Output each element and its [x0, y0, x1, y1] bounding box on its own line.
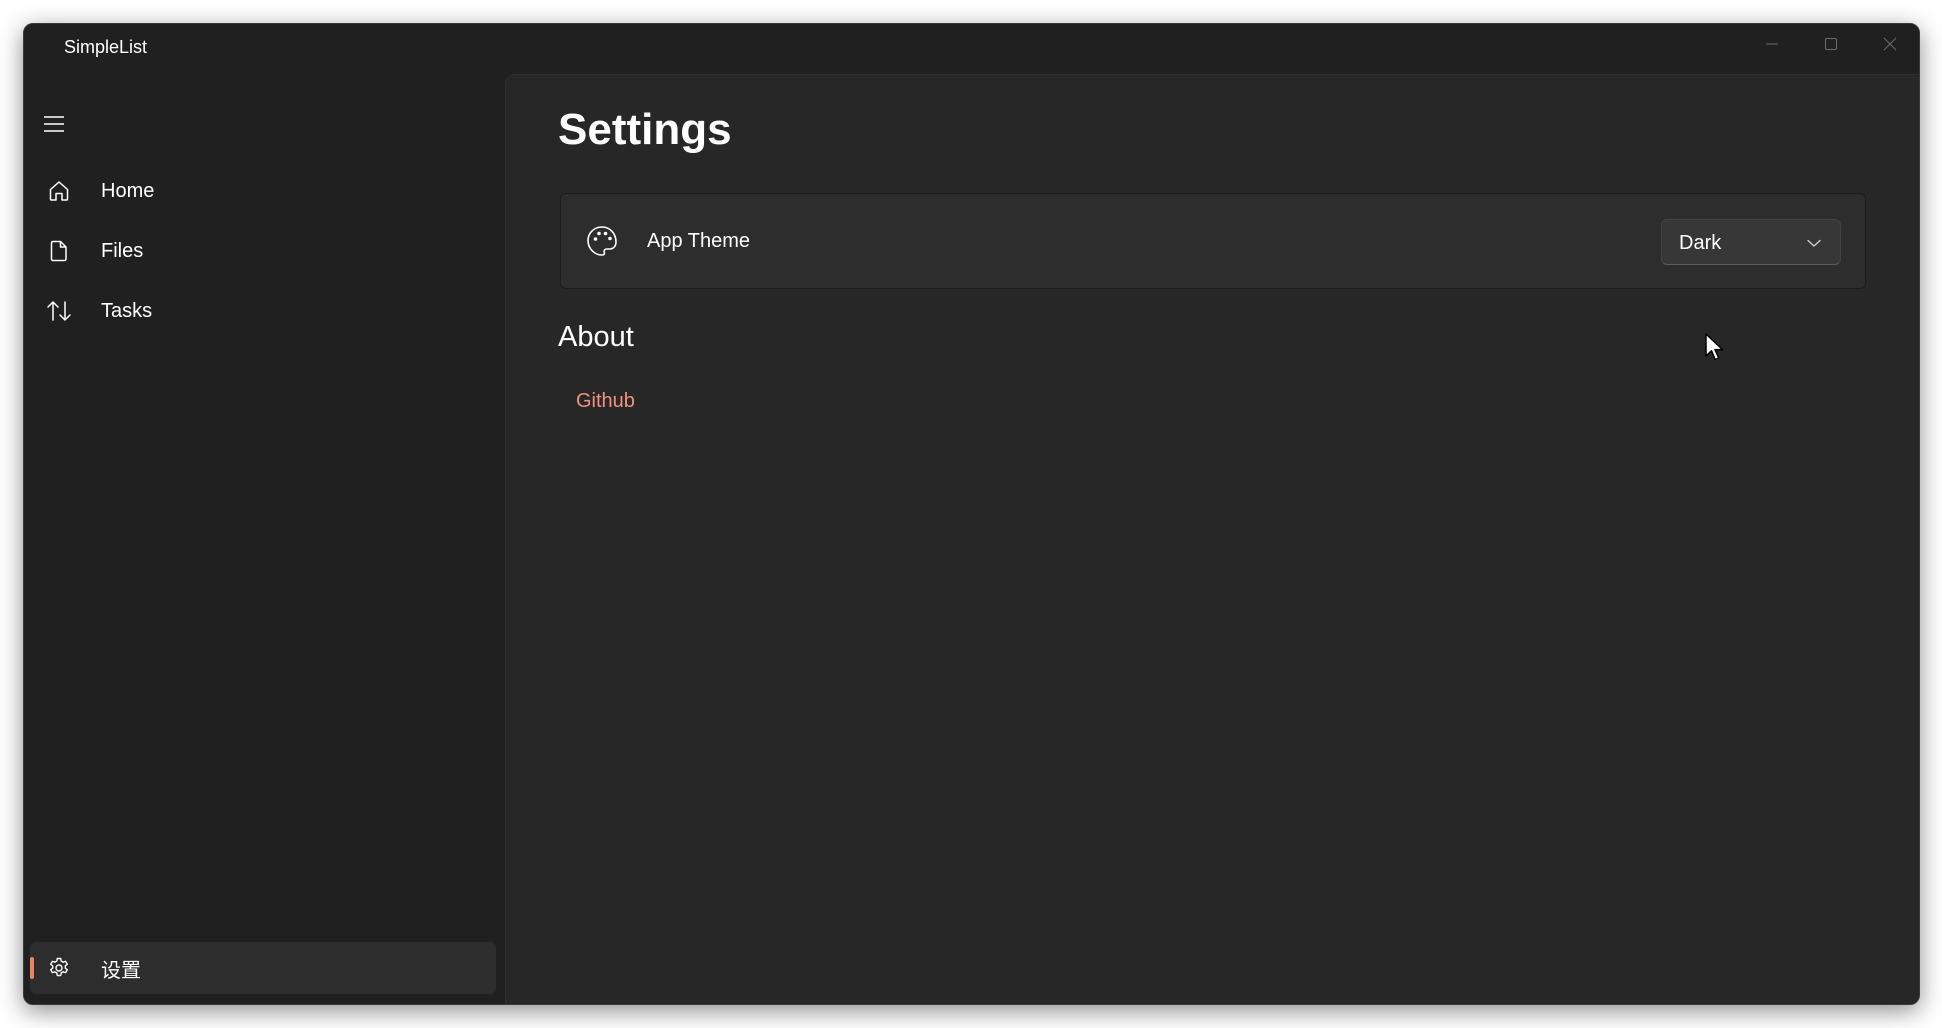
close-icon	[1883, 37, 1896, 51]
nav-item-tasks[interactable]: Tasks	[30, 285, 502, 337]
sort-arrows-icon	[46, 298, 72, 324]
chevron-down-icon	[1807, 239, 1821, 247]
minimize-icon	[1765, 43, 1778, 45]
nav-item-files[interactable]: Files	[30, 225, 502, 277]
nav-item-home-label: Home	[101, 179, 155, 202]
home-icon	[46, 178, 72, 204]
about-section-title: About	[558, 321, 634, 353]
app-title: SimpleList	[64, 37, 148, 57]
app-theme-setting-card: App Theme Dark	[560, 193, 1866, 289]
app-window: SimpleList Home Files Tasks 设置 Settings …	[23, 23, 1920, 1005]
selection-indicator	[30, 957, 34, 979]
close-button[interactable]	[1860, 24, 1919, 64]
page-title: Settings	[558, 105, 732, 154]
menu-toggle-button[interactable]	[30, 104, 78, 144]
nav-item-settings-label: 设置	[101, 959, 141, 982]
gear-icon	[46, 955, 72, 981]
github-link[interactable]: Github	[576, 390, 635, 413]
settings-page: Settings App Theme Dark About Github	[505, 74, 1919, 1004]
maximize-icon	[1824, 38, 1837, 50]
app-theme-selected-value: Dark	[1679, 232, 1722, 254]
caption-buttons	[1742, 24, 1919, 64]
app-theme-dropdown[interactable]: Dark	[1661, 219, 1841, 265]
nav-item-settings[interactable]: 设置	[30, 942, 496, 994]
nav-item-home[interactable]: Home	[30, 165, 502, 217]
hamburger-icon	[44, 116, 64, 132]
document-icon	[46, 238, 72, 264]
nav-item-files-label: Files	[101, 239, 144, 262]
palette-icon	[587, 226, 617, 256]
nav-item-tasks-label: Tasks	[101, 299, 153, 322]
navigation-pane: Home Files Tasks 设置	[24, 74, 502, 1004]
maximize-button[interactable]	[1801, 24, 1860, 64]
app-theme-label: App Theme	[647, 230, 751, 252]
minimize-button[interactable]	[1742, 24, 1801, 64]
title-bar[interactable]: SimpleList	[24, 24, 1919, 74]
mouse-pointer-icon	[1705, 333, 1724, 361]
